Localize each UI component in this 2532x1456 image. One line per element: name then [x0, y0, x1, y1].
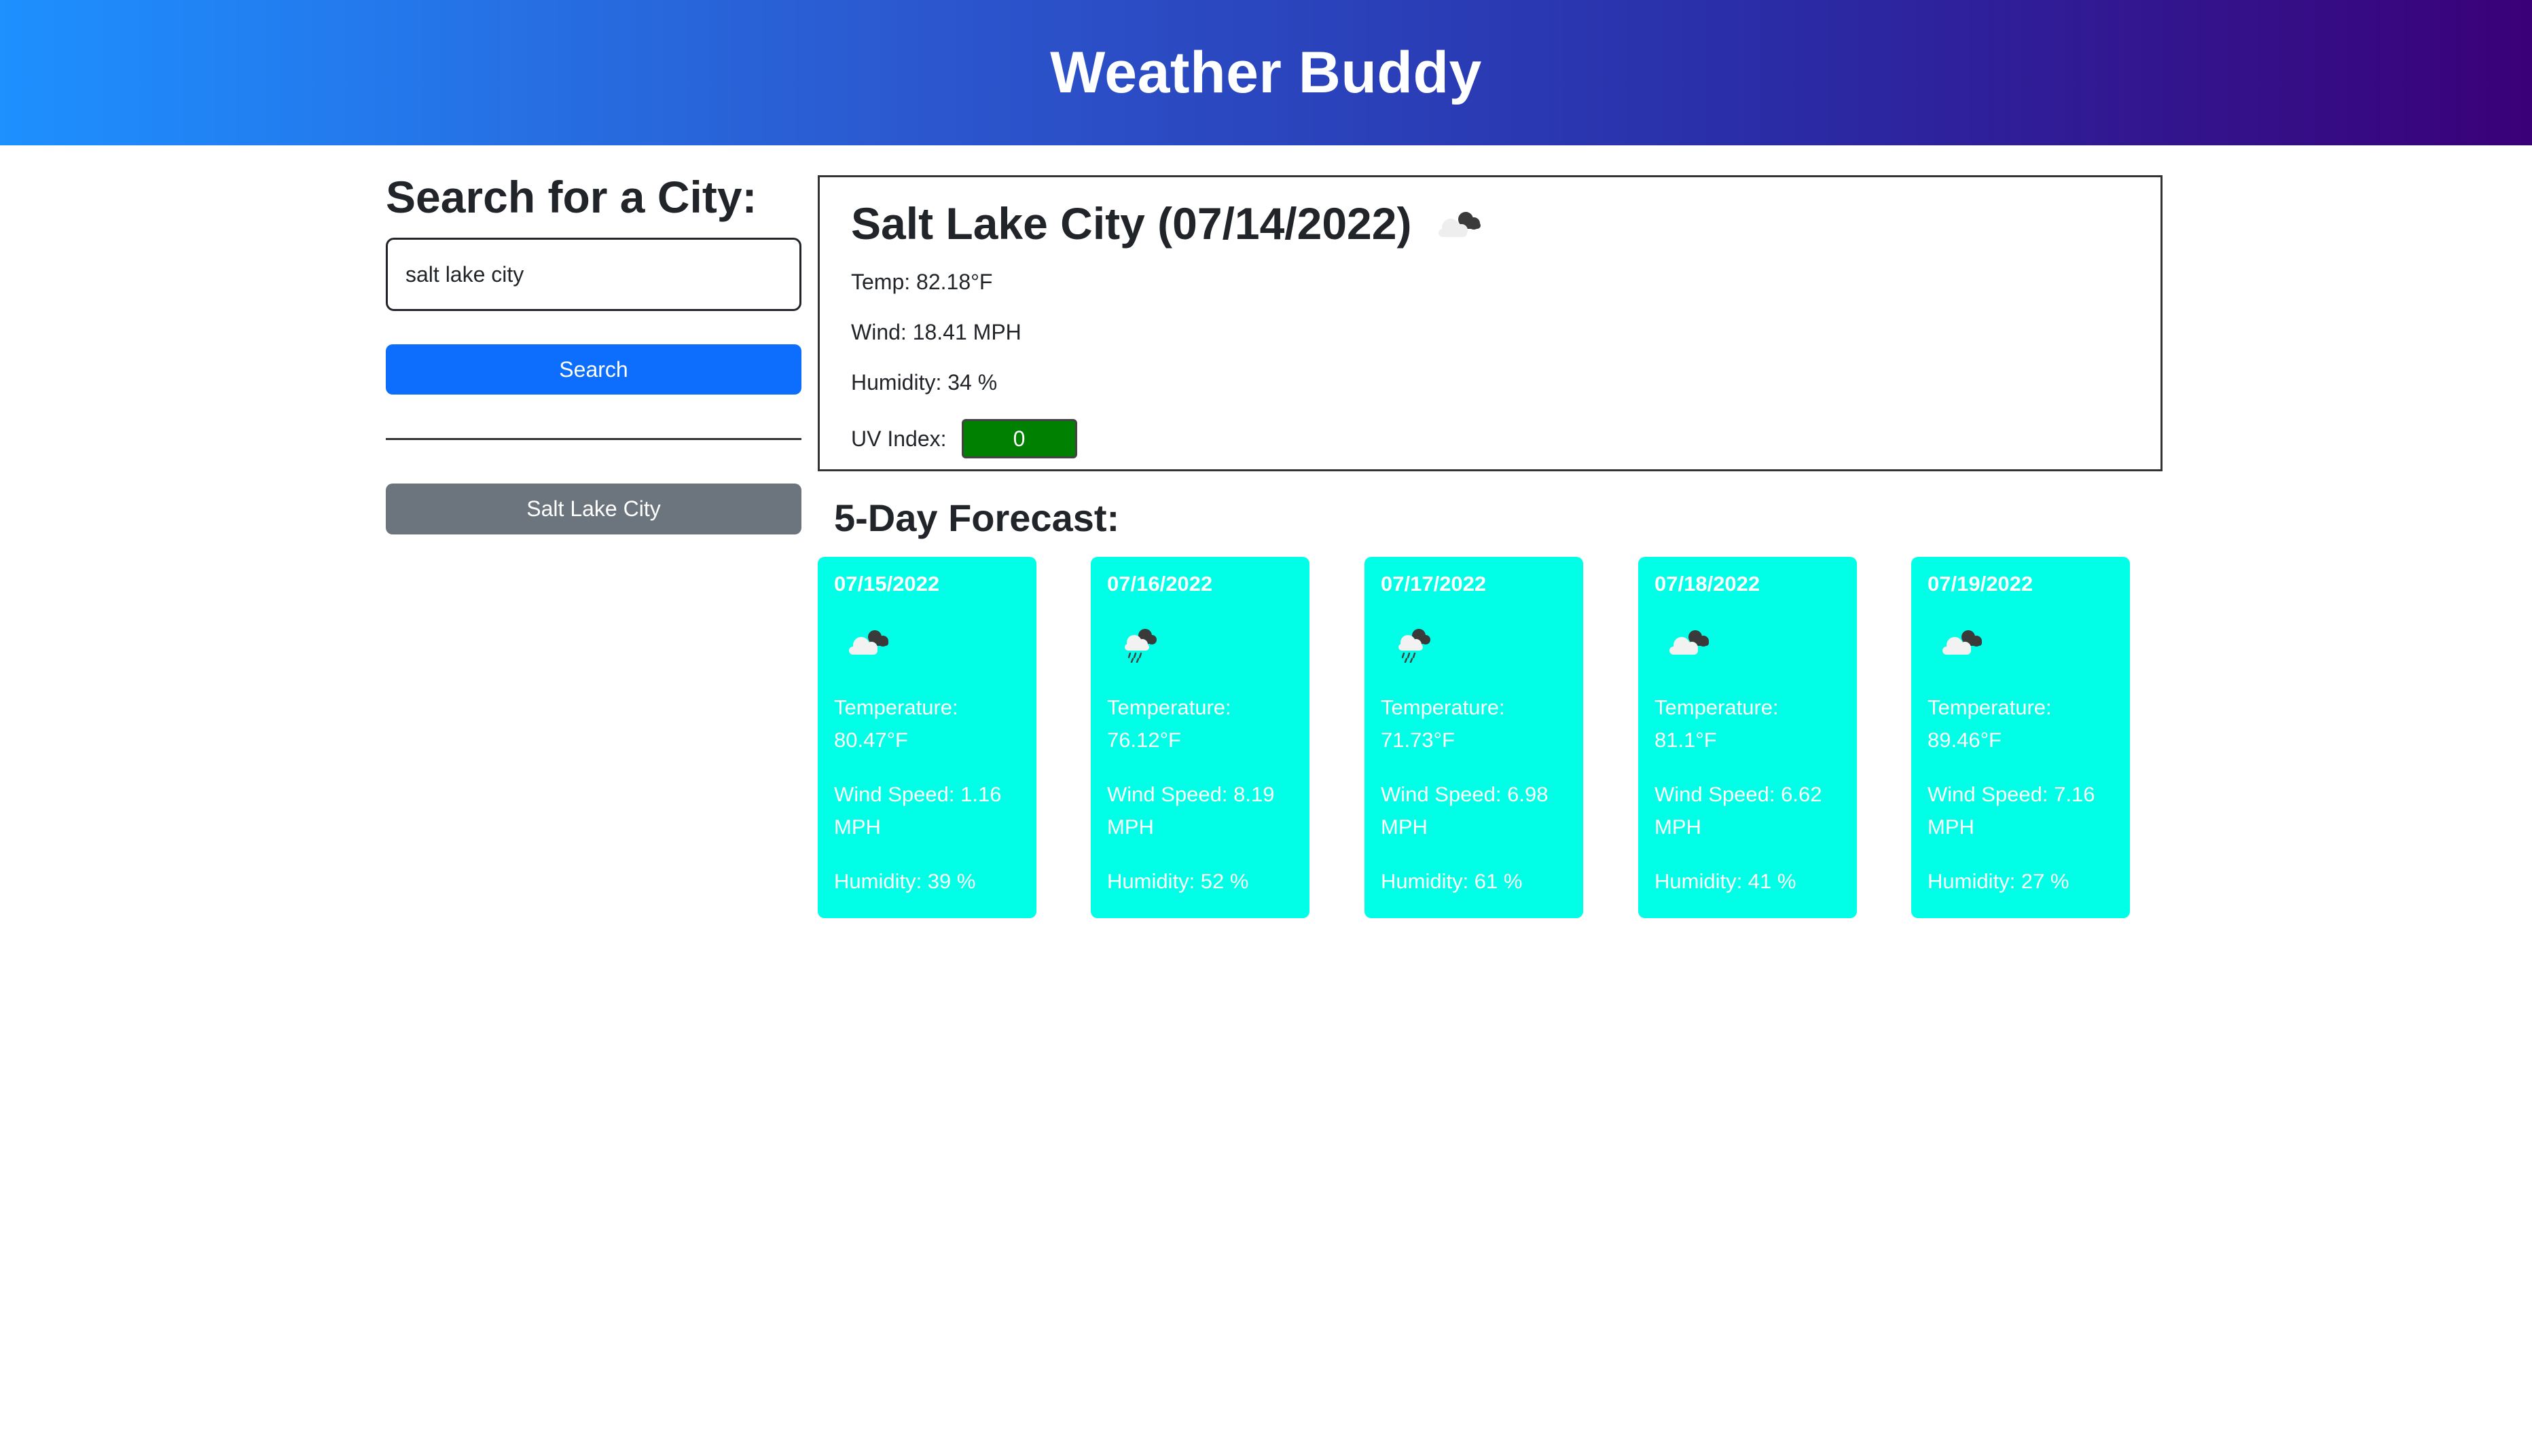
- forecast-temp: Temperature: 71.73°F: [1381, 695, 1505, 752]
- forecast-date: 07/17/2022: [1381, 572, 1487, 596]
- cloudy-icon: [849, 630, 888, 655]
- city-search-input[interactable]: [386, 238, 801, 311]
- cloudy-icon: [1439, 212, 1481, 237]
- divider: [386, 438, 801, 440]
- forecast-date: 07/15/2022: [834, 572, 940, 596]
- app-header: Weather Buddy: [0, 0, 2532, 145]
- forecast-date: 07/18/2022: [1654, 572, 1760, 596]
- forecast-card: 07/18/2022 Temperature: 81.1°F Wind Spee…: [1638, 557, 1857, 918]
- forecast-title: 5-Day Forecast:: [834, 496, 1120, 539]
- current-city-title: Salt Lake City (07/14/2022): [851, 198, 1487, 249]
- uv-index-label: UV Index:: [851, 426, 947, 451]
- forecast-humidity: Humidity: 61 %: [1381, 869, 1523, 893]
- forecast-temp: Temperature: 76.12°F: [1107, 695, 1231, 752]
- forecast-wind: Wind Speed: 6.98 MPH: [1381, 782, 1549, 839]
- forecast-humidity: Humidity: 52 %: [1107, 869, 1249, 893]
- forecast-humidity: Humidity: 39 %: [834, 869, 976, 893]
- forecast-date: 07/19/2022: [1928, 572, 2033, 596]
- forecast-humidity: Humidity: 27 %: [1928, 869, 2069, 893]
- forecast-humidity: Humidity: 41 %: [1654, 869, 1796, 893]
- forecast-temp: Temperature: 81.1°F: [1654, 695, 1779, 752]
- current-temp: Temp: 82.18°F: [851, 270, 993, 294]
- current-humidity: Humidity: 34 %: [851, 370, 998, 395]
- forecast-wind: Wind Speed: 8.19 MPH: [1107, 782, 1275, 839]
- current-city-date: Salt Lake City (07/14/2022): [851, 198, 1412, 249]
- uv-index-row: UV Index: 0: [851, 419, 1077, 458]
- current-wind: Wind: 18.41 MPH: [851, 320, 1021, 344]
- forecast-card: 07/17/2022 Temperature: 71.73°F Wind Spe…: [1364, 557, 1583, 918]
- cloudy-icon: [1669, 630, 1709, 655]
- forecast-card: 07/19/2022 Temperature: 89.46°F Wind Spe…: [1911, 557, 2130, 918]
- forecast-wind: Wind Speed: 6.62 MPH: [1654, 782, 1822, 839]
- uv-index-badge: 0: [961, 419, 1077, 458]
- forecast-card: 07/15/2022 Temperature: 80.47°F Wind Spe…: [818, 557, 1036, 918]
- forecast-temp: Temperature: 89.46°F: [1928, 695, 2052, 752]
- forecast-wind: Wind Speed: 7.16 MPH: [1928, 782, 2095, 839]
- forecast-date: 07/16/2022: [1107, 572, 1213, 596]
- cloudy-icon: [1942, 630, 1982, 655]
- rain-icon: [1125, 629, 1157, 663]
- search-button[interactable]: Search: [386, 344, 801, 395]
- current-weather-panel: Salt Lake City (07/14/2022) Temp: 82.18°…: [818, 175, 2163, 471]
- forecast-card: 07/16/2022 Temperature: 76.12°F Wind Spe…: [1091, 557, 1309, 918]
- history-item-salt-lake-city[interactable]: Salt Lake City: [386, 484, 801, 534]
- forecast-wind: Wind Speed: 1.16 MPH: [834, 782, 1002, 839]
- search-title: Search for a City:: [386, 172, 757, 222]
- app-title: Weather Buddy: [1050, 39, 1482, 105]
- forecast-temp: Temperature: 80.47°F: [834, 695, 958, 752]
- rain-icon: [1398, 629, 1430, 663]
